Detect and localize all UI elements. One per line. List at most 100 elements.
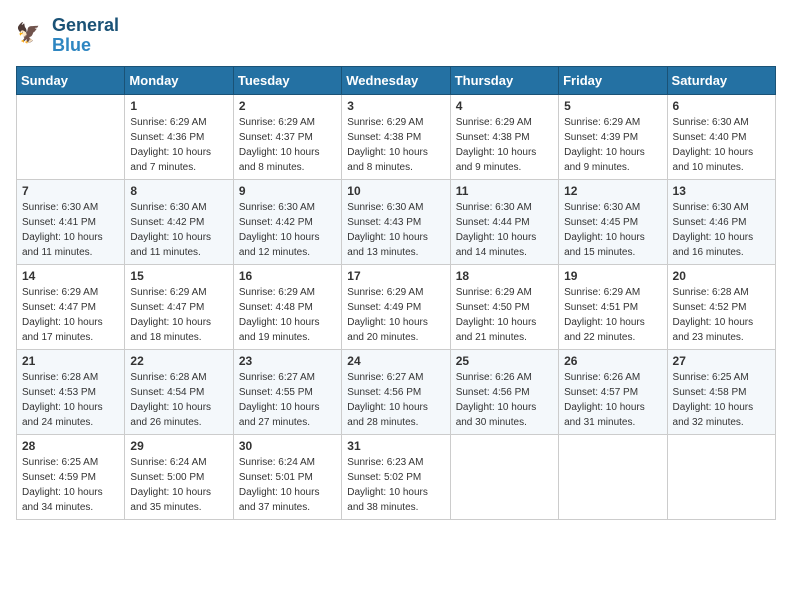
calendar-week-row: 21 Sunrise: 6:28 AMSunset: 4:53 PMDayligh… bbox=[17, 349, 776, 434]
day-number: 1 bbox=[130, 99, 227, 113]
calendar-day-cell: 30 Sunrise: 6:24 AMSunset: 5:01 PMDayligh… bbox=[233, 434, 341, 519]
day-info: Sunrise: 6:29 AMSunset: 4:38 PMDaylight:… bbox=[347, 115, 444, 175]
day-info: Sunrise: 6:24 AMSunset: 5:00 PMDaylight:… bbox=[130, 455, 227, 515]
calendar-day-cell: 12Sunrise: 6:30 AMSunset: 4:45 PMDayligh… bbox=[559, 179, 667, 264]
day-number: 6 bbox=[673, 99, 770, 113]
day-number: 8 bbox=[130, 184, 227, 198]
calendar-day-cell: 11 Sunrise: 6:30 AMSunset: 4:44 PMDayligh… bbox=[450, 179, 558, 264]
day-number: 10 bbox=[347, 184, 444, 198]
day-number: 30 bbox=[239, 439, 336, 453]
calendar-day-cell: 8 Sunrise: 6:30 AMSunset: 4:42 PMDaylight… bbox=[125, 179, 233, 264]
calendar-day-cell bbox=[559, 434, 667, 519]
svg-text:🦅: 🦅 bbox=[16, 20, 40, 44]
calendar-week-row: 7Sunrise: 6:30 AMSunset: 4:41 PMDaylight… bbox=[17, 179, 776, 264]
day-number: 21 bbox=[22, 354, 119, 368]
calendar-day-cell: 9 Sunrise: 6:30 AMSunset: 4:42 PMDaylight… bbox=[233, 179, 341, 264]
calendar-day-cell bbox=[17, 94, 125, 179]
day-info: Sunrise: 6:29 AMSunset: 4:36 PMDaylight:… bbox=[130, 115, 227, 175]
weekday-header-sunday: Sunday bbox=[17, 66, 125, 94]
calendar-day-cell: 14 Sunrise: 6:29 AMSunset: 4:47 PMDayligh… bbox=[17, 264, 125, 349]
weekday-header-saturday: Saturday bbox=[667, 66, 775, 94]
day-info: Sunrise: 6:29 AMSunset: 4:51 PMDaylight:… bbox=[564, 285, 661, 345]
day-info: Sunrise: 6:30 AMSunset: 4:44 PMDaylight:… bbox=[456, 200, 553, 260]
day-number: 16 bbox=[239, 269, 336, 283]
calendar-day-cell: 26Sunrise: 6:26 AMSunset: 4:57 PMDayligh… bbox=[559, 349, 667, 434]
day-number: 17 bbox=[347, 269, 444, 283]
day-info: Sunrise: 6:28 AMSunset: 4:53 PMDaylight:… bbox=[22, 370, 119, 430]
calendar-day-cell: 17 Sunrise: 6:29 AMSunset: 4:49 PMDayligh… bbox=[342, 264, 450, 349]
calendar-day-cell: 15Sunrise: 6:29 AMSunset: 4:47 PMDayligh… bbox=[125, 264, 233, 349]
day-number: 29 bbox=[130, 439, 227, 453]
day-number: 18 bbox=[456, 269, 553, 283]
calendar-week-row: 14 Sunrise: 6:29 AMSunset: 4:47 PMDayligh… bbox=[17, 264, 776, 349]
calendar-day-cell: 24 Sunrise: 6:27 AMSunset: 4:56 PMDayligh… bbox=[342, 349, 450, 434]
day-number: 5 bbox=[564, 99, 661, 113]
calendar-day-cell: 10 Sunrise: 6:30 AMSunset: 4:43 PMDayligh… bbox=[342, 179, 450, 264]
calendar-day-cell: 13 Sunrise: 6:30 AMSunset: 4:46 PMDayligh… bbox=[667, 179, 775, 264]
calendar-day-cell: 2 Sunrise: 6:29 AMSunset: 4:37 PMDaylight… bbox=[233, 94, 341, 179]
calendar-day-cell: 1 Sunrise: 6:29 AMSunset: 4:36 PMDaylight… bbox=[125, 94, 233, 179]
day-info: Sunrise: 6:28 AMSunset: 4:52 PMDaylight:… bbox=[673, 285, 770, 345]
day-info: Sunrise: 6:30 AMSunset: 4:46 PMDaylight:… bbox=[673, 200, 770, 260]
day-number: 15 bbox=[130, 269, 227, 283]
day-info: Sunrise: 6:28 AMSunset: 4:54 PMDaylight:… bbox=[130, 370, 227, 430]
calendar-day-cell: 4Sunrise: 6:29 AMSunset: 4:38 PMDaylight… bbox=[450, 94, 558, 179]
day-number: 2 bbox=[239, 99, 336, 113]
day-number: 7 bbox=[22, 184, 119, 198]
calendar-day-cell: 5 Sunrise: 6:29 AMSunset: 4:39 PMDaylight… bbox=[559, 94, 667, 179]
day-info: Sunrise: 6:30 AMSunset: 4:45 PMDaylight:… bbox=[564, 200, 661, 260]
day-number: 19 bbox=[564, 269, 661, 283]
logo-text: General Blue bbox=[52, 16, 119, 56]
logo-icon: 🦅 bbox=[16, 20, 48, 52]
calendar-day-cell: 25 Sunrise: 6:26 AMSunset: 4:56 PMDayligh… bbox=[450, 349, 558, 434]
day-number: 25 bbox=[456, 354, 553, 368]
calendar-day-cell: 22 Sunrise: 6:28 AMSunset: 4:54 PMDayligh… bbox=[125, 349, 233, 434]
day-number: 13 bbox=[673, 184, 770, 198]
calendar-week-row: 1 Sunrise: 6:29 AMSunset: 4:36 PMDaylight… bbox=[17, 94, 776, 179]
calendar-day-cell: 20 Sunrise: 6:28 AMSunset: 4:52 PMDayligh… bbox=[667, 264, 775, 349]
day-info: Sunrise: 6:24 AMSunset: 5:01 PMDaylight:… bbox=[239, 455, 336, 515]
day-info: Sunrise: 6:30 AMSunset: 4:43 PMDaylight:… bbox=[347, 200, 444, 260]
logo: 🦅 General Blue bbox=[16, 16, 119, 56]
day-info: Sunrise: 6:30 AMSunset: 4:42 PMDaylight:… bbox=[130, 200, 227, 260]
calendar-day-cell: 27 Sunrise: 6:25 AMSunset: 4:58 PMDayligh… bbox=[667, 349, 775, 434]
day-info: Sunrise: 6:23 AMSunset: 5:02 PMDaylight:… bbox=[347, 455, 444, 515]
weekday-header-thursday: Thursday bbox=[450, 66, 558, 94]
day-info: Sunrise: 6:26 AMSunset: 4:57 PMDaylight:… bbox=[564, 370, 661, 430]
day-info: Sunrise: 6:30 AMSunset: 4:40 PMDaylight:… bbox=[673, 115, 770, 175]
day-number: 24 bbox=[347, 354, 444, 368]
weekday-header-monday: Monday bbox=[125, 66, 233, 94]
day-number: 23 bbox=[239, 354, 336, 368]
day-info: Sunrise: 6:29 AMSunset: 4:49 PMDaylight:… bbox=[347, 285, 444, 345]
calendar-day-cell: 16 Sunrise: 6:29 AMSunset: 4:48 PMDayligh… bbox=[233, 264, 341, 349]
calendar-day-cell: 31Sunrise: 6:23 AMSunset: 5:02 PMDayligh… bbox=[342, 434, 450, 519]
calendar-day-cell: 23Sunrise: 6:27 AMSunset: 4:55 PMDayligh… bbox=[233, 349, 341, 434]
day-number: 20 bbox=[673, 269, 770, 283]
calendar-day-cell bbox=[667, 434, 775, 519]
weekday-header-row: SundayMondayTuesdayWednesdayThursdayFrid… bbox=[17, 66, 776, 94]
calendar-day-cell: 19 Sunrise: 6:29 AMSunset: 4:51 PMDayligh… bbox=[559, 264, 667, 349]
calendar-week-row: 28Sunrise: 6:25 AMSunset: 4:59 PMDayligh… bbox=[17, 434, 776, 519]
day-number: 11 bbox=[456, 184, 553, 198]
calendar-day-cell: 7Sunrise: 6:30 AMSunset: 4:41 PMDaylight… bbox=[17, 179, 125, 264]
day-number: 4 bbox=[456, 99, 553, 113]
day-info: Sunrise: 6:26 AMSunset: 4:56 PMDaylight:… bbox=[456, 370, 553, 430]
weekday-header-friday: Friday bbox=[559, 66, 667, 94]
day-info: Sunrise: 6:29 AMSunset: 4:47 PMDaylight:… bbox=[22, 285, 119, 345]
day-info: Sunrise: 6:29 AMSunset: 4:50 PMDaylight:… bbox=[456, 285, 553, 345]
day-info: Sunrise: 6:27 AMSunset: 4:56 PMDaylight:… bbox=[347, 370, 444, 430]
calendar-day-cell: 21 Sunrise: 6:28 AMSunset: 4:53 PMDayligh… bbox=[17, 349, 125, 434]
day-info: Sunrise: 6:30 AMSunset: 4:42 PMDaylight:… bbox=[239, 200, 336, 260]
calendar-day-cell: 29 Sunrise: 6:24 AMSunset: 5:00 PMDayligh… bbox=[125, 434, 233, 519]
day-info: Sunrise: 6:29 AMSunset: 4:48 PMDaylight:… bbox=[239, 285, 336, 345]
day-info: Sunrise: 6:29 AMSunset: 4:39 PMDaylight:… bbox=[564, 115, 661, 175]
day-info: Sunrise: 6:25 AMSunset: 4:58 PMDaylight:… bbox=[673, 370, 770, 430]
calendar-table: SundayMondayTuesdayWednesdayThursdayFrid… bbox=[16, 66, 776, 520]
day-number: 22 bbox=[130, 354, 227, 368]
day-number: 14 bbox=[22, 269, 119, 283]
day-number: 27 bbox=[673, 354, 770, 368]
day-number: 9 bbox=[239, 184, 336, 198]
page-header: 🦅 General Blue bbox=[16, 16, 776, 56]
day-info: Sunrise: 6:29 AMSunset: 4:37 PMDaylight:… bbox=[239, 115, 336, 175]
day-number: 28 bbox=[22, 439, 119, 453]
